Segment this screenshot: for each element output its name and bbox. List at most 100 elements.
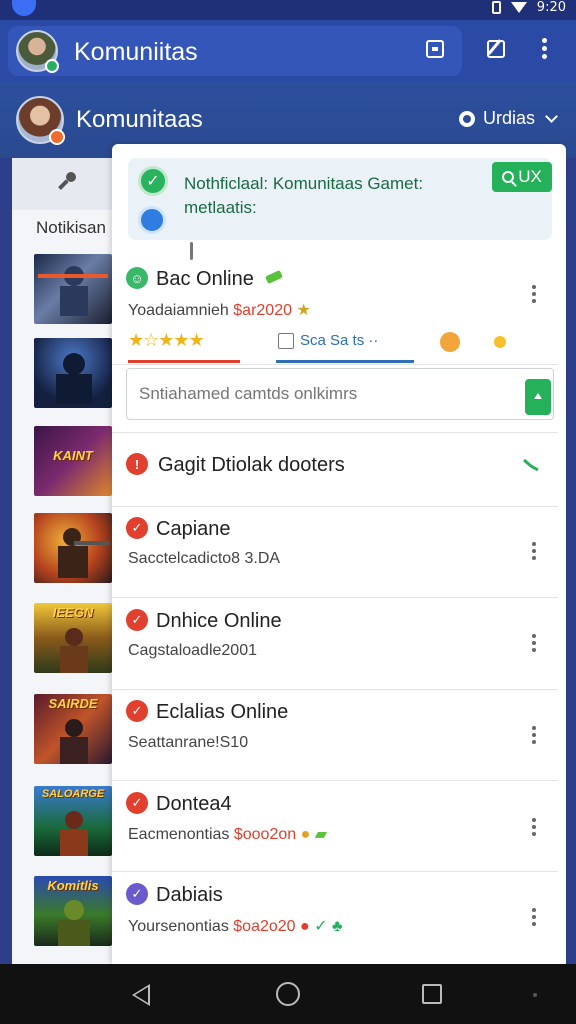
profile-avatar[interactable] xyxy=(16,30,59,73)
featured-subtitle-text: Yoadaiamnieh xyxy=(128,302,229,319)
list-item-subtitle: Eacmenontias $ooo2on ● ▰ xyxy=(128,824,327,844)
game-thumbnail[interactable]: Komitlis xyxy=(34,876,112,946)
tab-share[interactable]: Sca Sa ts ·· xyxy=(278,332,378,349)
notification-card[interactable]: ✓ Nothficlaal: Komunitaas Gamet: metlaat… xyxy=(128,158,552,260)
tab-indicator xyxy=(276,360,414,363)
list-item-subtitle: Yoursenontias $oa2o20 ● ✓ ♣ xyxy=(128,916,343,936)
back-icon[interactable] xyxy=(132,984,150,1006)
status-badge xyxy=(49,129,65,145)
notification-dot-icon xyxy=(12,0,36,16)
chevron-badge-icon: ✓ xyxy=(126,609,148,631)
emoji-small-icon[interactable] xyxy=(494,336,506,348)
divider xyxy=(112,364,558,365)
list-item-subtitle: Sacctelcadicto8 3.DA xyxy=(128,550,281,567)
list-item-menu-button[interactable] xyxy=(532,726,536,744)
game-thumbnail[interactable]: KAINT xyxy=(34,426,112,496)
featured-menu-button[interactable] xyxy=(532,285,536,303)
list-item-menu-button[interactable] xyxy=(532,634,536,652)
game-thumbnail[interactable]: SAIRDE xyxy=(34,694,112,764)
list-item-title[interactable]: Dontea4 xyxy=(156,793,232,816)
tab-share-label: Sca Sa ts ·· xyxy=(300,332,379,349)
window-button[interactable] xyxy=(426,40,444,58)
notification-search-button[interactable]: UX xyxy=(492,162,552,192)
list-item-title[interactable]: Capiane xyxy=(156,518,231,541)
list-item-menu-button[interactable] xyxy=(532,908,536,926)
search-input[interactable] xyxy=(139,381,509,407)
featured-subtitle: Yoadaiamnieh $ar2020 ★ xyxy=(128,300,311,320)
game-thumbnail[interactable]: IEEGN xyxy=(34,603,112,673)
divider xyxy=(112,597,558,598)
leaf-icon[interactable] xyxy=(522,456,540,472)
ticket-icon: ▰ xyxy=(314,826,328,843)
drag-handle[interactable] xyxy=(190,242,193,260)
filter-label: Urdias xyxy=(482,108,535,128)
ticket-icon xyxy=(265,270,283,284)
system-nav-bar xyxy=(0,964,576,1024)
game-thumbnail[interactable] xyxy=(34,513,112,583)
overflow-menu-button[interactable] xyxy=(542,38,547,59)
home-icon[interactable] xyxy=(276,982,300,1006)
target-icon xyxy=(458,110,475,127)
battery-icon xyxy=(491,1,501,14)
chevron-down-icon xyxy=(545,109,558,123)
status-icons: 9:20 xyxy=(491,0,566,15)
divider xyxy=(112,780,558,781)
list-item-menu-button[interactable] xyxy=(532,818,536,836)
game-thumbnail[interactable] xyxy=(34,338,112,408)
active-tab-indicator xyxy=(128,360,240,363)
filter-dropdown[interactable]: Urdias xyxy=(458,108,558,129)
game-thumbnail[interactable]: SALOARGE xyxy=(34,786,112,856)
recent-apps-icon[interactable] xyxy=(422,984,442,1004)
search-box[interactable] xyxy=(126,368,554,420)
divider xyxy=(112,871,558,872)
star-icon: ★ xyxy=(296,302,311,319)
thumbnail-caption: SALOARGE xyxy=(41,788,105,800)
notification-button-label: UX xyxy=(518,167,542,186)
person-icon xyxy=(138,206,166,234)
chevron-badge-icon: ✓ xyxy=(126,792,148,814)
list-item-price: $ooo2on xyxy=(233,826,297,843)
rating-stars[interactable]: ★☆★★★ xyxy=(128,330,205,351)
coin-icon: ● xyxy=(300,918,310,935)
thumbnail-caption: SAIRDE xyxy=(48,696,98,711)
compose-button[interactable] xyxy=(487,40,505,58)
warrior-art-icon xyxy=(58,528,110,578)
wrench-icon[interactable] xyxy=(56,170,78,192)
featured-price: $ar2020 xyxy=(233,302,292,319)
search-submit-button[interactable] xyxy=(525,379,551,415)
list-item-title[interactable]: Eclalias Online xyxy=(156,701,288,724)
community-avatar[interactable] xyxy=(16,96,65,145)
alert-icon: ! xyxy=(126,453,148,475)
online-badge xyxy=(45,59,59,73)
section-label: Notikisan xyxy=(36,218,106,237)
verified-icon: ✓ xyxy=(126,883,148,905)
smile-icon: ☺ xyxy=(126,267,148,289)
list-item-menu-button[interactable] xyxy=(532,542,536,560)
divider xyxy=(112,432,558,433)
check-small-icon: ✓ xyxy=(314,918,328,935)
status-bar: 9:20 xyxy=(0,0,576,20)
soldier-art-icon xyxy=(38,266,108,316)
wifi-icon xyxy=(510,2,527,13)
coin-icon: ● xyxy=(300,826,311,843)
edit-icon xyxy=(487,40,505,58)
list-item-title[interactable]: Dnhice Online xyxy=(156,610,282,633)
emoji-icon[interactable] xyxy=(440,332,460,352)
share-icon xyxy=(278,332,294,349)
featured-title[interactable]: Bac Online xyxy=(156,268,254,291)
chevron-badge-icon: ✓ xyxy=(126,517,148,539)
list-item-title[interactable]: Gagit Dtiolak dooters xyxy=(158,454,345,477)
notification-text: Nothficlaal: Komunitaas Gamet: metlaatis… xyxy=(184,174,424,217)
game-thumbnail[interactable] xyxy=(34,254,112,324)
thumbnail-caption: Komitlis xyxy=(47,878,99,893)
community-title: Komunitaas xyxy=(76,106,203,133)
square-icon xyxy=(426,40,444,58)
app-title: Komuniitas xyxy=(74,38,198,66)
list-item-price: $oa2o20 xyxy=(233,918,296,935)
thumbnail-caption: KAINT xyxy=(53,448,93,463)
thumbnail-caption: IEEGN xyxy=(52,605,94,620)
featured-tabs: ★☆★★★ Sca Sa ts ·· xyxy=(128,330,558,363)
list-item-subtitle-text: Yoursenontias xyxy=(128,918,229,935)
list-item-title[interactable]: Dabiais xyxy=(156,884,223,907)
chevron-badge-icon: ✓ xyxy=(126,700,148,722)
